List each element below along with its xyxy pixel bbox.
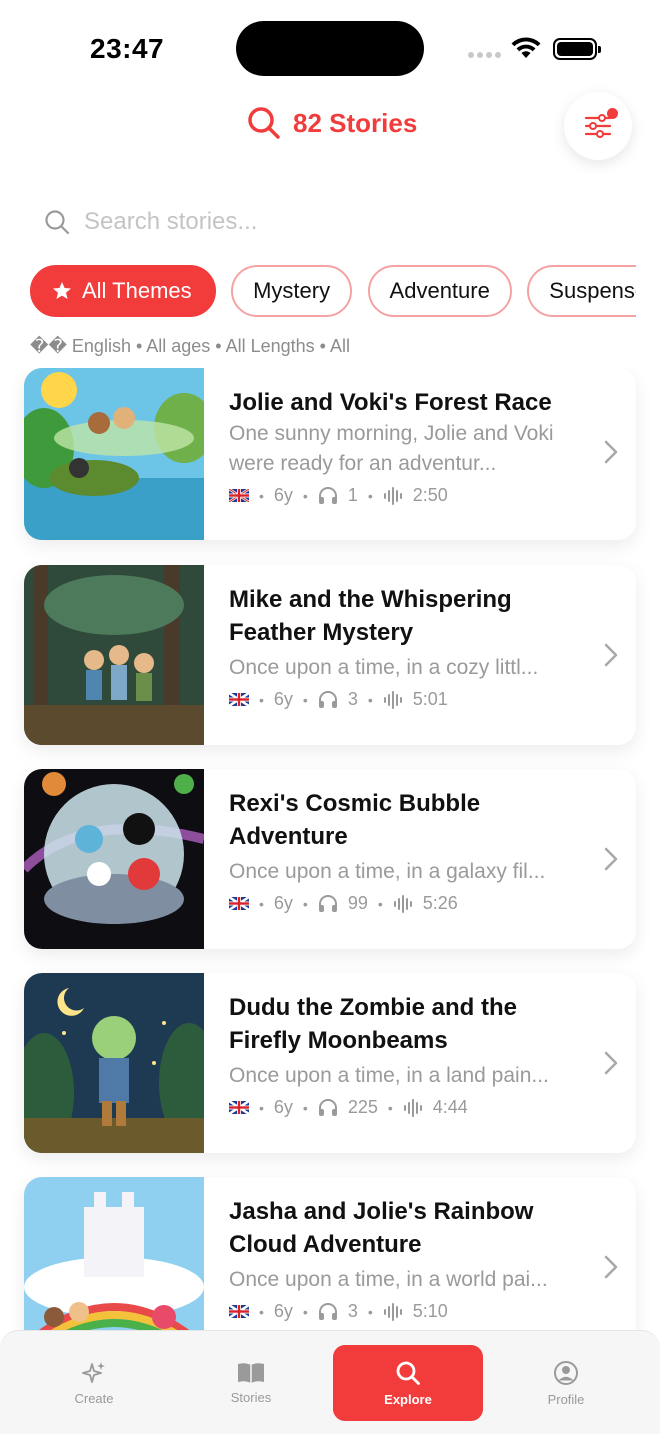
headphones-icon (318, 1302, 338, 1321)
story-excerpt: One sunny morning, Jolie and Voki were r… (229, 422, 554, 475)
headphones-icon (318, 690, 338, 709)
tab-stories[interactable]: Stories (176, 1345, 326, 1421)
search-input[interactable] (84, 208, 604, 236)
headphones-icon (318, 486, 338, 505)
chip-label: Suspense (549, 278, 636, 303)
chip-all-themes[interactable]: All Themes (30, 265, 216, 317)
stories-count-header: 82 Stories (247, 106, 417, 140)
story-thumbnail (24, 565, 204, 745)
story-duration: 5:26 (422, 893, 458, 913)
story-card[interactable]: Rexi's Cosmic Bubble Adventure Once upon… (24, 769, 636, 949)
person-circle-icon (554, 1360, 578, 1385)
story-meta: • 6y • 1 • 2:50 (229, 485, 584, 506)
filter-summary: �� English • All ages • All Lengths • Al… (30, 336, 350, 356)
cellular-signal-icon (468, 52, 501, 58)
story-title: Jolie and Voki's Forest Race (229, 389, 552, 416)
wifi-icon (511, 37, 541, 58)
story-excerpt: Once upon a time, in a galaxy fil... (229, 860, 546, 883)
tab-label: Explore (384, 1391, 432, 1407)
chevron-right-icon (604, 643, 618, 667)
story-excerpt: Once upon a time, in a land pain... (229, 1064, 549, 1087)
search-icon (396, 1361, 420, 1385)
story-duration: 4:44 (432, 1097, 468, 1117)
chip-suspense[interactable]: Suspense (527, 265, 636, 317)
chevron-right-icon (604, 1255, 618, 1279)
chevron-right-icon (604, 847, 618, 871)
story-meta: • 6y • 225 • 4:44 (229, 1097, 584, 1118)
chip-label: Adventure (389, 278, 490, 303)
chevron-right-icon (604, 1051, 618, 1075)
uk-flag-icon (229, 693, 249, 706)
story-age: 6y (273, 689, 293, 709)
story-duration: 5:01 (412, 689, 448, 709)
filter-active-dot (607, 108, 618, 119)
tab-create[interactable]: Create (19, 1345, 169, 1421)
uk-flag-icon (229, 897, 249, 910)
story-meta: • 6y • 3 • 5:01 (229, 689, 584, 710)
uk-flag-icon (229, 1101, 249, 1114)
headphones-icon (318, 894, 338, 913)
tab-profile[interactable]: Profile (491, 1345, 641, 1421)
story-age: 6y (273, 893, 293, 913)
tab-label: Stories (230, 1389, 272, 1405)
story-age: 6y (273, 1301, 293, 1321)
story-listens: 1 (347, 485, 358, 505)
story-card[interactable]: Dudu the Zombie and the Firefly Moonbeam… (24, 973, 636, 1153)
uk-flag-icon (229, 1305, 249, 1318)
search-icon (248, 107, 280, 139)
tab-bar: Create Stories Explore Profile (0, 1330, 660, 1434)
story-age: 6y (273, 485, 293, 505)
book-icon (238, 1362, 264, 1383)
story-card[interactable]: Jasha and Jolie's Rainbow Cloud Adventur… (24, 1177, 636, 1334)
headphones-icon (318, 1098, 338, 1117)
story-listens: 225 (347, 1097, 378, 1117)
story-title: Dudu the Zombie and the Firefly Moonbeam… (229, 994, 517, 1054)
battery-icon (553, 38, 601, 60)
stories-count: 82 Stories (293, 107, 418, 138)
story-age: 6y (273, 1097, 293, 1117)
story-card[interactable]: Mike and the Whispering Feather Mystery … (24, 565, 636, 745)
status-time: 23:47 (90, 33, 165, 64)
waveform-icon (383, 1302, 403, 1321)
sparkles-icon (82, 1361, 105, 1383)
chevron-right-icon (604, 440, 618, 464)
story-thumbnail (24, 368, 204, 540)
filter-button[interactable] (564, 92, 632, 160)
story-thumbnail (24, 973, 204, 1153)
story-title: Rexi's Cosmic Bubble Adventure (229, 790, 481, 850)
story-duration: 2:50 (412, 485, 448, 505)
story-listens: 3 (347, 689, 358, 709)
waveform-icon (393, 894, 413, 913)
story-excerpt: Once upon a time, in a cozy littl... (229, 656, 539, 679)
tab-label: Profile (547, 1391, 585, 1407)
story-listens: 99 (347, 893, 368, 913)
story-thumbnail (24, 769, 204, 949)
story-meta: • 6y • 99 • 5:26 (229, 893, 584, 914)
search-icon (45, 210, 70, 235)
tab-label: Create (74, 1390, 114, 1406)
story-excerpt: Once upon a time, in a world pai... (229, 1268, 548, 1291)
story-title: Mike and the Whispering Feather Mystery (229, 586, 512, 646)
waveform-icon (383, 690, 403, 709)
story-listens: 3 (347, 1301, 358, 1321)
chip-mystery[interactable]: Mystery (231, 265, 353, 317)
chip-label: All Themes (82, 278, 192, 303)
search-bar[interactable] (30, 198, 630, 246)
dynamic-island (236, 21, 424, 76)
story-thumbnail (24, 1177, 204, 1334)
status-bar: 23:47 (0, 0, 660, 96)
waveform-icon (403, 1098, 423, 1117)
chip-label: Mystery (253, 278, 331, 303)
waveform-icon (383, 486, 403, 505)
story-title: Jasha and Jolie's Rainbow Cloud Adventur… (229, 1198, 534, 1258)
story-list[interactable]: Jolie and Voki's Forest Race One sunny m… (0, 368, 660, 1334)
story-card[interactable]: Jolie and Voki's Forest Race One sunny m… (24, 368, 636, 540)
story-duration: 5:10 (412, 1301, 448, 1321)
theme-chips: All Themes Mystery Adventure Suspense (30, 265, 636, 319)
tab-explore[interactable]: Explore (333, 1345, 483, 1421)
uk-flag-icon (229, 489, 249, 502)
story-meta: • 6y • 3 • 5:10 (229, 1301, 584, 1322)
chip-adventure[interactable]: Adventure (367, 265, 512, 317)
star-icon (53, 282, 71, 299)
